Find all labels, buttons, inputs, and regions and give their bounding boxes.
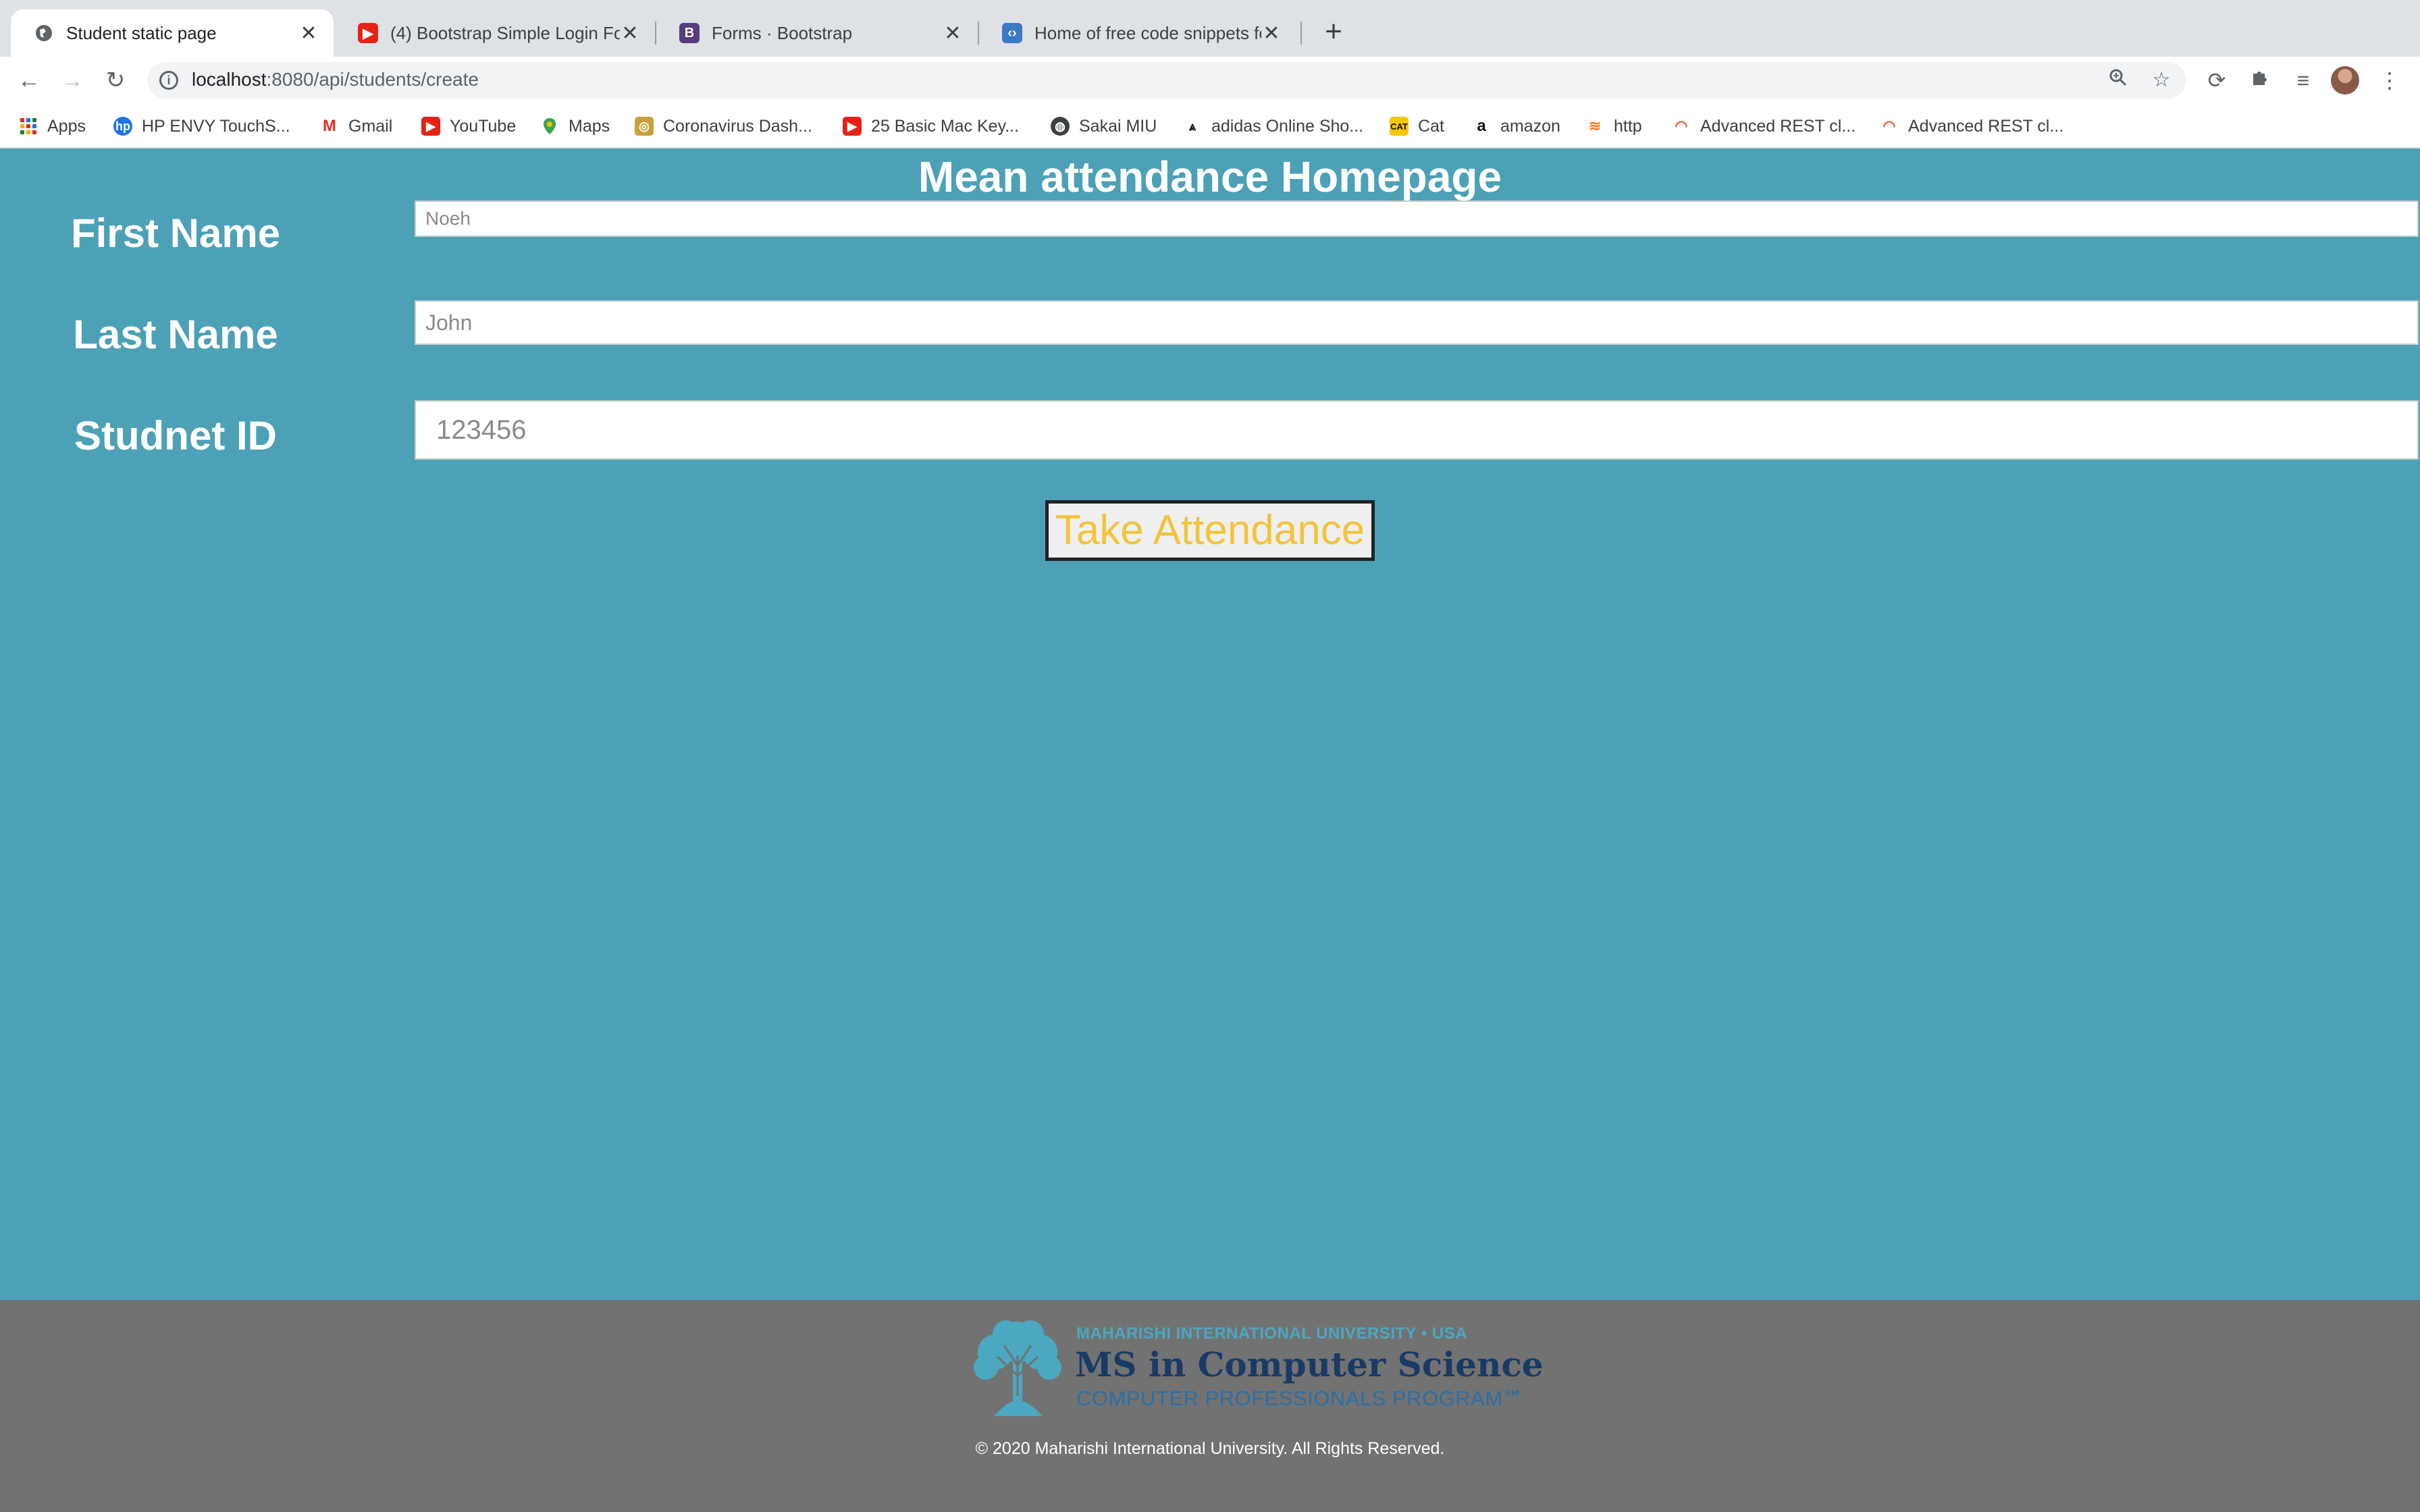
tab-title: Student static page bbox=[66, 22, 217, 43]
tab-forms-bootstrap[interactable]: B Forms · Bootstrap ✕ bbox=[656, 9, 978, 57]
avatar[interactable] bbox=[2331, 66, 2359, 94]
bookmark-label: amazon bbox=[1500, 116, 1560, 136]
bookmark-label: adidas Online Sho... bbox=[1211, 116, 1364, 136]
bookmark-label: Sakai MIU bbox=[1079, 116, 1157, 136]
bookmark-gmail[interactable]: M Gmail bbox=[320, 115, 392, 138]
gmail-icon: M bbox=[323, 117, 336, 135]
tab-title: (4) Bootstrap Simple Login Form bbox=[390, 22, 620, 43]
back-arrow-icon[interactable]: ← bbox=[12, 63, 46, 97]
new-tab-button[interactable]: + bbox=[1317, 15, 1350, 49]
bookmark-maps[interactable]: Maps bbox=[540, 115, 610, 138]
globe-icon: ◍ bbox=[1051, 117, 1070, 136]
close-icon[interactable]: ✕ bbox=[943, 22, 963, 45]
browser-tab-strip: Student static page ✕ ▶ (4) Bootstrap Si… bbox=[0, 0, 2420, 57]
forward-arrow-icon[interactable]: → bbox=[55, 63, 89, 97]
bookmark-label: Apps bbox=[47, 116, 86, 136]
bookmark-cat[interactable]: CAT Cat bbox=[1390, 115, 1444, 138]
take-attendance-button[interactable]: Take Attendance bbox=[1045, 500, 1375, 561]
url-host: localhost bbox=[192, 69, 267, 90]
bootstrap-icon: B bbox=[679, 23, 700, 43]
amazon-icon: a bbox=[1477, 117, 1486, 135]
student-id-label: Studnet ID bbox=[74, 413, 277, 458]
page-title: Mean attendance Homepage bbox=[918, 153, 1502, 201]
youtube-icon: ▶ bbox=[421, 117, 440, 136]
close-icon[interactable]: ✕ bbox=[298, 22, 319, 45]
bookmark-youtube[interactable]: ▶ YouTube bbox=[421, 115, 516, 138]
youtube-icon: ▶ bbox=[843, 117, 862, 136]
bookmark-advanced-rest-2[interactable]: ◠ Advanced REST cl... bbox=[1880, 115, 2063, 138]
rest-client-icon: ◠ bbox=[1675, 117, 1688, 134]
maps-icon bbox=[540, 117, 559, 136]
extensions-puzzle-icon[interactable] bbox=[2244, 65, 2276, 96]
dashboard-icon: ◎ bbox=[635, 117, 654, 136]
logo-program-name: MS in Computer Science bbox=[1075, 1345, 1544, 1384]
tab-title: Forms · Bootstrap bbox=[712, 22, 853, 43]
globe-icon bbox=[34, 23, 54, 43]
logo-university-name: MAHARISHI INTERNATIONAL UNIVERSITY • USA bbox=[1076, 1324, 1468, 1343]
footer: MAHARISHI INTERNATIONAL UNIVERSITY • USA… bbox=[0, 1300, 2420, 1512]
bookmark-http[interactable]: ≋ http bbox=[1585, 115, 1642, 138]
url-text[interactable]: localhost:8080/api/students/create bbox=[192, 69, 479, 90]
bookmark-apps[interactable]: Apps bbox=[19, 115, 86, 138]
bookmark-label: Coronavirus Dash... bbox=[663, 116, 812, 136]
reload-icon[interactable]: ↻ bbox=[99, 63, 132, 97]
address-bar[interactable]: i localhost:8080/api/students/create ☆ bbox=[147, 62, 2186, 99]
extension-sync-icon[interactable]: ⟳ bbox=[2201, 65, 2232, 96]
bookmark-label: 25 Basic Mac Key... bbox=[871, 116, 1020, 136]
logo-program-subtitle: COMPUTER PROFESSIONALS PROGRAM℠ bbox=[1076, 1386, 1525, 1410]
cat-icon: CAT bbox=[1390, 117, 1409, 136]
tab-student-static-page[interactable]: Student static page ✕ bbox=[11, 9, 334, 57]
page-content: Mean attendance Homepage First Name Last… bbox=[0, 149, 2420, 1300]
snippets-icon: ‹› bbox=[1002, 23, 1022, 43]
bookmark-label: Advanced REST cl... bbox=[1700, 116, 1856, 136]
zoom-icon[interactable] bbox=[2105, 68, 2131, 93]
last-name-label: Last Name bbox=[73, 312, 278, 357]
bookmark-advanced-rest-1[interactable]: ◠ Advanced REST cl... bbox=[1672, 115, 1856, 138]
bookmark-label: Advanced REST cl... bbox=[1908, 116, 2064, 136]
student-id-input[interactable] bbox=[415, 400, 2419, 460]
bookmark-label: Cat bbox=[1418, 116, 1444, 136]
info-icon[interactable]: i bbox=[159, 71, 178, 90]
bookmark-coronavirus-dashboard[interactable]: ◎ Coronavirus Dash... bbox=[635, 115, 812, 138]
close-icon[interactable]: ✕ bbox=[620, 22, 640, 45]
browser-toolbar: ← → ↻ i localhost:8080/api/students/crea… bbox=[0, 57, 2420, 104]
bookmarks-bar: Apps hp HP ENVY TouchS... M Gmail ▶ YouTube… bbox=[0, 104, 2420, 148]
copyright-text: © 2020 Maharishi International Universit… bbox=[975, 1439, 1445, 1458]
bookmark-hp-envy[interactable]: hp HP ENVY TouchS... bbox=[113, 115, 290, 138]
bookmark-amazon[interactable]: a amazon bbox=[1472, 115, 1560, 138]
tab-divider bbox=[1300, 22, 1302, 45]
first-name-label: First Name bbox=[70, 211, 281, 256]
tree-logo-icon bbox=[967, 1315, 1068, 1420]
bookmark-label: Gmail bbox=[348, 116, 393, 136]
bookmark-label: http bbox=[1614, 116, 1642, 136]
tab-bootstrap-login[interactable]: ▶ (4) Bootstrap Simple Login Form ✕ bbox=[335, 9, 655, 57]
bookmark-star-icon[interactable]: ☆ bbox=[2149, 68, 2174, 93]
bookmark-label: YouTube bbox=[450, 116, 517, 136]
tab-title: Home of free code snippets for bbox=[1034, 22, 1261, 43]
hp-icon: hp bbox=[113, 117, 132, 136]
bookmark-sakai-miu[interactable]: ◍ Sakai MIU bbox=[1051, 115, 1157, 138]
adidas-icon: ⩓ bbox=[1188, 119, 1196, 133]
more-menu-icon[interactable]: ⋮ bbox=[2374, 65, 2405, 96]
close-icon[interactable]: ✕ bbox=[1261, 22, 1282, 45]
url-path: :8080/api/students/create bbox=[266, 69, 479, 90]
stackoverflow-icon: ≋ bbox=[1588, 117, 1602, 134]
tab-code-snippets[interactable]: ‹› Home of free code snippets for ✕ bbox=[979, 9, 1296, 57]
rest-client-icon: ◠ bbox=[1883, 117, 1896, 134]
first-name-input[interactable] bbox=[415, 200, 2419, 237]
youtube-icon: ▶ bbox=[358, 23, 378, 43]
apps-grid-icon bbox=[19, 117, 38, 136]
last-name-input[interactable] bbox=[415, 300, 2419, 345]
bookmark-label: HP ENVY TouchS... bbox=[142, 116, 290, 136]
bookmark-adidas[interactable]: ⩓ adidas Online Sho... bbox=[1183, 115, 1363, 138]
media-control-icon[interactable]: ≡ bbox=[2288, 65, 2319, 96]
bookmark-mac-keys[interactable]: ▶ 25 Basic Mac Key... bbox=[843, 115, 1019, 138]
bookmark-label: Maps bbox=[569, 116, 610, 136]
